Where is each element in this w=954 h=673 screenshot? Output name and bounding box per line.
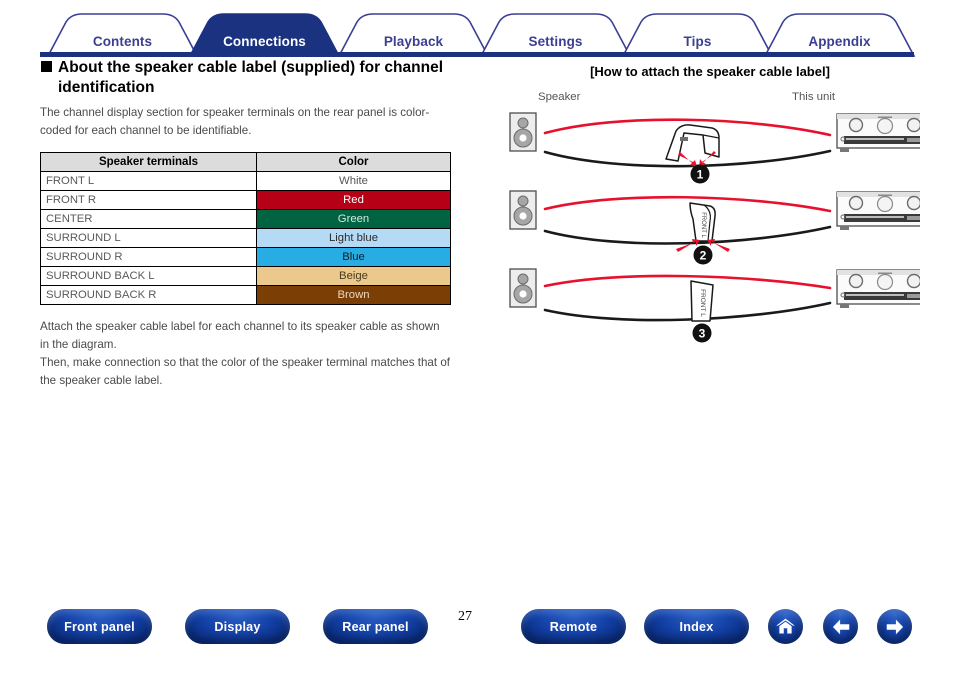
diagram-step-2: FRONT L 2 [500,189,920,267]
home-button[interactable] [768,609,803,644]
av-receiver-icon [836,269,920,308]
nav-button-front-panel[interactable]: Front panel [47,609,152,644]
intro-paragraph: The channel display section for speaker … [40,105,430,137]
home-icon [776,618,795,634]
cell-color: Blue [256,246,451,267]
label-this-unit: This unit [792,91,836,103]
page-title: About the speaker cable label (supplied)… [40,58,458,98]
cell-color: Beige [256,265,451,286]
table-row: FRONT L White [40,170,451,191]
speaker-icon [509,112,537,152]
cell-terminal: CENTER [40,208,257,229]
square-bullet-icon [41,61,52,72]
av-receiver-icon [836,191,920,230]
forward-button[interactable] [877,609,912,644]
diagram-title: [How to attach the speaker cable label] [590,64,830,79]
outro-paragraph-1: Attach the speaker cable label for each … [40,319,440,351]
step-number-badge-2: 2 [693,245,713,265]
column-header-color: Color [256,151,451,172]
label-text-step3: FRONT L [699,289,706,317]
cable-label-sticker-step3: FRONT L [690,280,714,322]
table-row: CENTER Green [40,208,451,229]
arrow-right-icon [886,619,903,634]
cell-color: Brown [256,284,451,305]
arrow-left-icon [832,619,849,634]
back-button[interactable] [823,609,858,644]
nav-button-rear-panel[interactable]: Rear panel [323,609,428,644]
bottom-navigation-bar[interactable]: Front panel Display Rear panel 27 Remote… [0,600,954,655]
cell-color: Light blue [256,227,451,248]
av-receiver-icon [836,113,920,152]
svg-text:3: 3 [699,327,706,341]
nav-button-remote[interactable]: Remote [521,609,626,644]
table-header-row: Speaker terminals Color [40,151,451,172]
nav-button-display[interactable]: Display [185,609,290,644]
cell-terminal: SURROUND R [40,246,257,267]
left-content-column: About the speaker cable label (supplied)… [40,58,470,389]
column-header-terminals: Speaker terminals [40,151,257,172]
table-row: SURROUND BACK R Brown [40,284,451,305]
diagram-endpoint-labels: Speaker This unit [500,91,920,111]
speaker-terminal-color-table: Speaker terminals Color FRONT L White FRON… [40,151,451,305]
cell-terminal: SURROUND BACK L [40,265,257,286]
cable-label-sticker-step2: FRONT L [689,202,716,242]
speaker-icon [509,190,537,230]
cell-terminal: SURROUND BACK R [40,284,257,305]
step-number-badge-1: 1 [690,164,710,184]
label-text-step2: FRONT L [700,212,706,238]
table-body: FRONT L White FRONT R Red CENTER Green SURROUN… [40,170,451,305]
cell-terminal: FRONT L [40,170,257,191]
tab-bar[interactable]: Contents Connections Playback Settings T… [0,0,954,60]
diagram-step-3: FRONT L 3 [500,267,920,345]
page-title-text: About the speaker cable label (supplied)… [58,59,443,96]
step-number-badge-3: 3 [692,323,712,343]
table-row: SURROUND BACK L Beige [40,265,451,286]
outro-paragraph-2: Then, make connection so that the color … [40,355,450,387]
cell-color: Green [256,208,451,229]
cell-terminal: SURROUND L [40,227,257,248]
cell-color: White [256,170,451,191]
table-row: SURROUND L Light blue [40,227,451,248]
page-number: 27 [458,609,472,624]
speaker-icon [509,268,537,308]
table-row: SURROUND R Blue [40,246,451,267]
nav-button-index[interactable]: Index [644,609,749,644]
svg-text:2: 2 [700,249,707,263]
diagram-step-1: 1 [500,111,920,189]
svg-text:1: 1 [697,168,704,182]
cell-color: Red [256,189,451,210]
cell-terminal: FRONT R [40,189,257,210]
table-row: FRONT R Red [40,189,451,210]
label-speaker: Speaker [538,91,581,103]
right-diagram-column: [How to attach the speaker cable label] … [500,58,940,345]
